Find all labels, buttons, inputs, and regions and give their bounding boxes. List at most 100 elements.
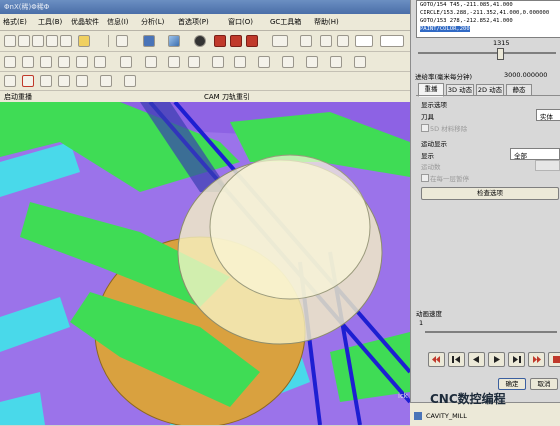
material-removal-checkbox[interactable] (421, 124, 429, 132)
filter-icon[interactable] (4, 75, 16, 87)
menu-gc-toolbox[interactable]: GC工具箱 (270, 17, 301, 27)
title-bar: ΦnX(稀)Φ稀Φ (0, 0, 410, 14)
gcode-line[interactable]: GOTO/153 278,-212.852,41.000 (420, 18, 513, 24)
stock-strip (0, 297, 70, 352)
box-select-icon[interactable] (124, 75, 136, 87)
step-slider-track[interactable] (418, 52, 556, 54)
point-icon[interactable] (145, 56, 157, 68)
fillet-icon[interactable] (234, 56, 246, 68)
step-value: 1315 (493, 39, 510, 47)
menu-format[interactable]: 格式(E) (3, 17, 27, 27)
hand-icon[interactable] (76, 75, 88, 87)
menu-window[interactable]: 窗口(O) (228, 17, 253, 27)
toolbar-standard (0, 31, 410, 52)
chamfer-icon[interactable] (258, 56, 270, 68)
menu-youjing[interactable]: 优晶软件 (71, 17, 99, 27)
motion-display-value: 全部 (514, 152, 527, 160)
cut-icon[interactable] (18, 35, 30, 47)
red-cube-icon[interactable] (214, 35, 226, 47)
menu-info[interactable]: 信息(I) (107, 17, 129, 27)
gcode-line[interactable]: CIRCLE/153.288,-211.352,41.000,0.000000 (420, 10, 549, 16)
feedrate-value: 3000.000000 (504, 71, 548, 79)
display-label: 显示 (421, 152, 434, 160)
menu-bar: 格式(E) 工具(B) 优晶软件 信息(I) 分析(L) 首选项(P) 窗口(O… (0, 14, 410, 31)
operation-item[interactable]: CAVITY_MILL (426, 412, 467, 420)
pause-each-layer-checkbox[interactable] (421, 174, 429, 182)
boss-icon[interactable] (94, 56, 106, 68)
check-options-button[interactable]: 检查选项 (421, 187, 559, 200)
mirror-icon[interactable] (354, 56, 366, 68)
line-width-selector[interactable] (355, 35, 373, 47)
gcode-line-selected[interactable]: PAINT/COLOR,200 (420, 26, 470, 32)
step-slider-thumb[interactable] (497, 48, 504, 60)
surface-icon[interactable] (188, 56, 200, 68)
lamp-icon[interactable] (337, 35, 349, 47)
grip-icon[interactable] (4, 56, 16, 68)
gcode-listing[interactable]: GOTO/154 T45,-211.085,41.000 CIRCLE/153.… (416, 0, 560, 38)
operation-icon (414, 412, 422, 420)
rotate-icon[interactable] (100, 75, 112, 87)
tool-display-dropdown[interactable]: 实体 (536, 109, 560, 121)
toolbar-selection (0, 72, 410, 91)
toolbar-separator (108, 35, 109, 47)
tab-divider (416, 95, 560, 96)
layer-icon[interactable] (272, 35, 288, 47)
offset-icon[interactable] (306, 56, 318, 68)
copy-icon[interactable] (46, 35, 58, 47)
arrow-icon[interactable] (58, 75, 70, 87)
play-forward-icon[interactable] (488, 352, 505, 367)
grip-icon[interactable] (4, 35, 16, 47)
shaded-cube-icon[interactable] (168, 35, 180, 47)
display-options-label: 显示选项 (421, 101, 447, 109)
watermark-text: CNC数控编程 (430, 392, 506, 406)
delete-icon[interactable] (32, 35, 44, 47)
fit-view-icon[interactable] (116, 35, 128, 47)
undo-icon[interactable] (60, 35, 72, 47)
toolpath-scene (0, 102, 410, 425)
cutter-tool-top (209, 154, 371, 300)
material-removal-label: 5D 材料移除 (430, 125, 468, 133)
menu-analysis[interactable]: 分析(L) (141, 17, 164, 27)
layer-selector[interactable] (380, 35, 404, 47)
sketch-icon[interactable] (22, 56, 34, 68)
menu-preferences[interactable]: 首选项(P) (178, 17, 209, 27)
cancel-button[interactable]: 取消 (530, 378, 558, 390)
step-back-icon[interactable] (448, 352, 465, 367)
section-view-icon[interactable] (300, 35, 312, 47)
menu-help[interactable]: 帮助(H) (314, 17, 339, 27)
trim-icon[interactable] (212, 56, 224, 68)
stop-icon[interactable] (548, 352, 560, 367)
shell-icon[interactable] (282, 56, 294, 68)
render-style-icon[interactable] (194, 35, 206, 47)
mesh-icon[interactable] (168, 56, 180, 68)
curve-icon[interactable] (120, 56, 132, 68)
graphics-viewport[interactable] (0, 102, 410, 425)
extrude-icon[interactable] (40, 56, 52, 68)
motion-display-label: 运动显示 (421, 140, 447, 148)
pattern-icon[interactable] (330, 56, 342, 68)
animation-speed-track[interactable] (425, 331, 557, 333)
menu-tools[interactable]: 工具(B) (38, 17, 62, 27)
motion-count-input[interactable] (535, 160, 560, 171)
tool-label: 刀具 (421, 113, 434, 121)
snap-icon[interactable] (40, 75, 52, 87)
revolve-icon[interactable] (58, 56, 70, 68)
orient-view-icon[interactable] (143, 35, 155, 47)
gcode-line[interactable]: GOTO/154 T45,-211.085,41.000 (420, 2, 513, 8)
fast-forward-icon[interactable] (528, 352, 545, 367)
pencil-icon[interactable] (78, 35, 90, 47)
rewind-icon[interactable] (428, 352, 445, 367)
tool-display-value: 实体 (540, 113, 553, 121)
play-reverse-icon[interactable] (468, 352, 485, 367)
ok-button[interactable]: 确定 (498, 378, 526, 390)
motion-display-dropdown[interactable]: 全部 (510, 148, 560, 160)
viewport-title: CAM 刀轨重引 (204, 93, 250, 101)
feedrate-label: 进给率(毫米每分钟) (415, 73, 473, 81)
red-sphere-icon[interactable] (230, 35, 242, 47)
animation-speed-label: 动画速度 (416, 310, 442, 318)
hole-icon[interactable] (76, 56, 88, 68)
crosshair-icon[interactable] (22, 75, 34, 87)
red-cylinder-icon[interactable] (246, 35, 258, 47)
step-forward-icon[interactable] (508, 352, 525, 367)
camera-icon[interactable] (320, 35, 332, 47)
